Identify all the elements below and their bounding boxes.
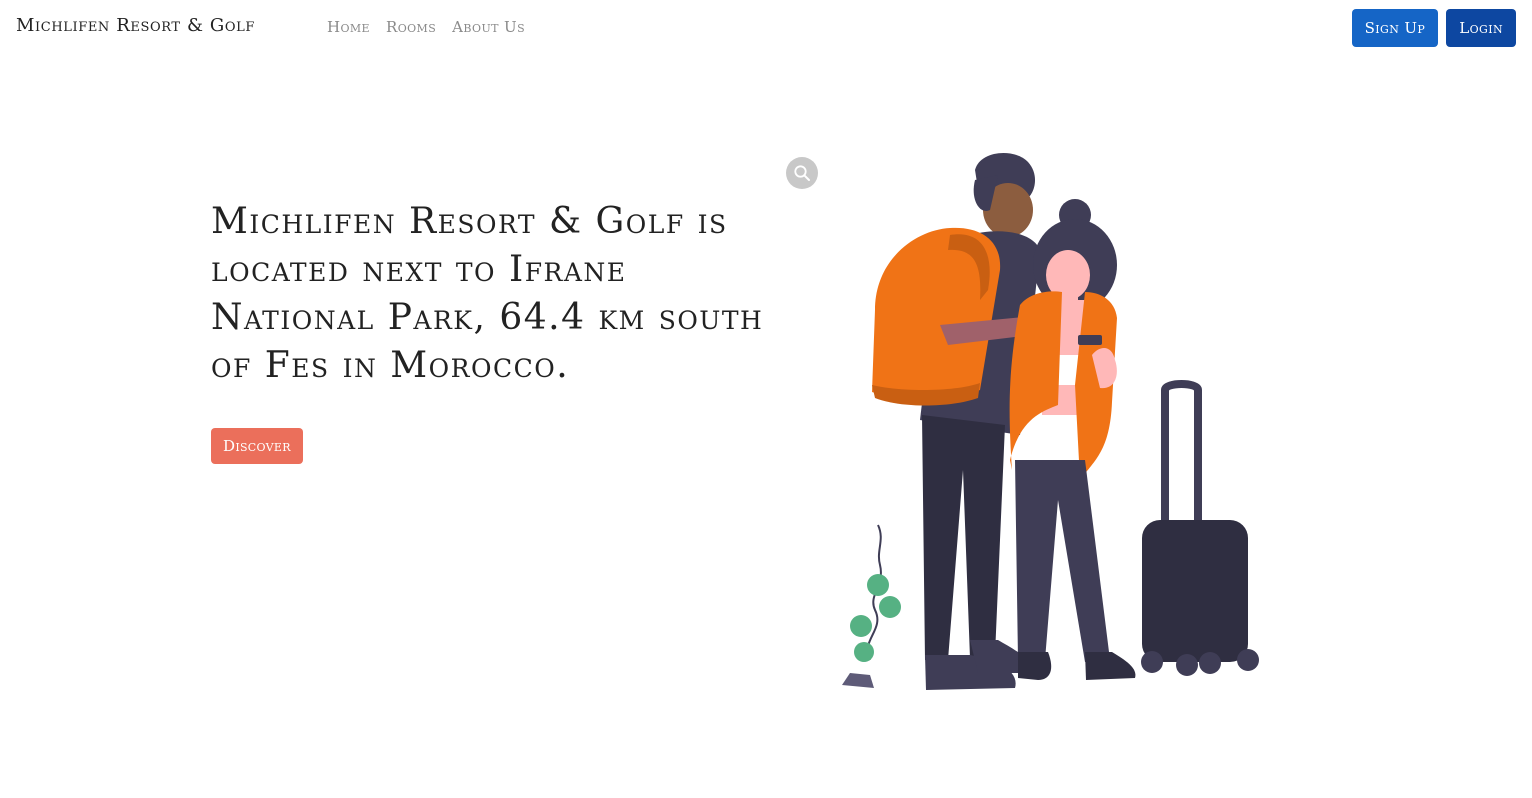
navbar: Michlifen Resort & Golf Home Rooms About…: [0, 0, 1532, 56]
sign-up-button[interactable]: Sign Up: [1351, 9, 1439, 47]
brand-logo-link[interactable]: Michlifen Resort & Golf: [16, 15, 255, 36]
nav-link-about-us[interactable]: About Us: [452, 18, 525, 36]
nav-links: Home Rooms About Us: [327, 18, 525, 36]
nav-link-rooms[interactable]: Rooms: [386, 18, 436, 36]
hero-section: Michlifen Resort & Golf is located next …: [211, 198, 771, 464]
nav-link-home[interactable]: Home: [327, 18, 370, 36]
nav-actions: Sign Up Login: [1351, 9, 1516, 47]
travelers-illustration: [842, 152, 1259, 690]
suitcase-illustration: [1141, 380, 1259, 676]
discover-button[interactable]: Discover: [211, 428, 303, 464]
plant-illustration: [842, 524, 901, 688]
zoom-button[interactable]: [786, 157, 818, 189]
hero-headline: Michlifen Resort & Golf is located next …: [211, 201, 764, 386]
login-button[interactable]: Login: [1446, 9, 1516, 47]
search-icon: [794, 165, 810, 181]
